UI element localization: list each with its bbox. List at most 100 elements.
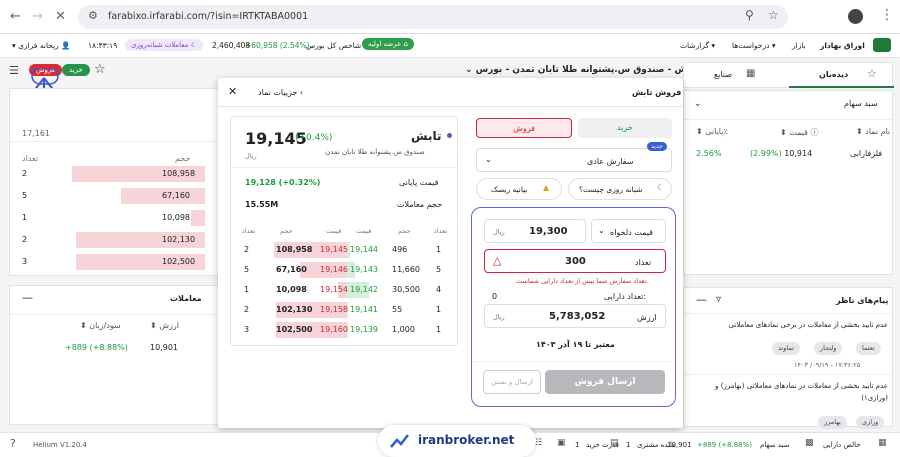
sell-tab[interactable]: فروش	[476, 118, 572, 138]
overnight-trading-badge[interactable]: معاملات شبانه‌روزی ☾	[125, 39, 203, 51]
trades-title: معاملات	[170, 294, 202, 303]
buy-count: 5	[436, 265, 442, 274]
col-close[interactable]: ⬍ پایانی٪	[696, 127, 728, 136]
buy-volume: 55	[392, 305, 403, 314]
site-settings-icon[interactable]: ⚙	[88, 9, 98, 22]
message-tag[interactable]: ورازی	[856, 416, 885, 429]
buy-price: 19,143	[350, 265, 378, 274]
close-price-label: قیمت پایانی	[399, 178, 439, 187]
stop-icon[interactable]: ✕	[55, 9, 66, 24]
collapse-icon[interactable]: —	[696, 293, 707, 306]
sell-count: 2	[244, 305, 250, 314]
sell-price: 19,160	[320, 325, 348, 334]
details-title: جزییات نماد ‹	[258, 88, 304, 97]
portfolio-row[interactable]: فلزفارابی (2.99%) 10,914 2.56%	[684, 141, 892, 163]
message-tag[interactable]: بهامرز	[818, 416, 847, 429]
submit-and-close-button[interactable]: ارسال و بستن	[483, 370, 541, 394]
volume-header: حجم	[175, 154, 191, 163]
message-tag[interactable]: تعتما	[856, 342, 881, 355]
sell-price: 19,158	[320, 305, 348, 314]
buy-price: 19,144	[350, 245, 378, 254]
warning-icon: ▲	[543, 183, 550, 192]
forward-icon[interactable]: →	[32, 9, 43, 24]
filter-icon[interactable]: ▿	[716, 294, 721, 305]
price-input[interactable]: ریال 19,300	[484, 219, 586, 243]
status-value: 10,901	[667, 441, 692, 449]
index-value: 2,460,408	[212, 41, 251, 50]
menu-requests[interactable]: درخواست‌ها ▾	[732, 41, 776, 50]
star-icon: ☆	[867, 67, 877, 80]
col-price[interactable]: ⬍ قیمت ⓘ	[780, 127, 819, 138]
close-icon[interactable]: ✕	[228, 85, 237, 98]
tab-watchlist[interactable]: دیده‌بان ☆	[789, 63, 894, 88]
zoom-icon[interactable]: ⚲	[745, 8, 754, 22]
asset-value: 0	[492, 292, 498, 301]
book-row[interactable]: 5 67,160 19,146 19,143 11,660 5	[238, 259, 450, 279]
buy-count: 1	[436, 245, 442, 254]
submit-sell-button[interactable]: ارسال فروش	[545, 370, 665, 394]
menu-market[interactable]: بازار	[792, 41, 806, 50]
modal-orderbook: تعداد حجم قیمت قیمت حجم تعداد 2 108,958 19,145 1…	[238, 225, 450, 343]
message-tag[interactable]: ولتجار	[814, 342, 843, 355]
moon-icon: ☾	[657, 183, 665, 192]
messages-panel: — ▿ پیام‌های ناظر عدم تایید بخشی از معام…	[683, 287, 893, 429]
app-name[interactable]: اوراق بهادار	[820, 41, 865, 50]
buy-price: 19,141	[350, 305, 378, 314]
quantity-input[interactable]: △ 300 تعداد	[484, 249, 666, 273]
sell-price: 19,154	[320, 285, 348, 294]
buy-tab[interactable]: خرید	[578, 118, 672, 138]
user-menu[interactable]: ▾ ریحانه فرازی 👤	[12, 41, 71, 50]
risk-statement-button[interactable]: بیانیه ریسک ▲	[476, 178, 562, 200]
profile-avatar-icon[interactable]	[848, 9, 863, 24]
browser-menu-icon[interactable]: ⋮	[880, 7, 894, 23]
app-version: Helium V1.20.4	[33, 441, 87, 449]
message-item[interactable]: عدم تایید بخشی از معاملات در برخی نمادها…	[690, 321, 888, 329]
favorite-star-icon[interactable]: ☆	[94, 62, 106, 77]
portfolio-select[interactable]: سبد سهام	[844, 99, 878, 108]
book-header: قیمت	[326, 227, 342, 235]
buy-volume: 1,000	[392, 325, 415, 334]
overnight-dot-icon	[447, 133, 452, 138]
overnight-info-button[interactable]: شبانه روزی چیست؟ ☾	[568, 178, 672, 200]
messages-title: پیام‌های ناظر	[836, 296, 889, 305]
message-tag[interactable]: تماوند	[772, 342, 800, 355]
order-list-icon[interactable]: ☰	[9, 64, 19, 77]
collapse-icon[interactable]: —	[22, 291, 33, 304]
menu-reports[interactable]: گزارشات ▾	[680, 41, 715, 50]
chart-icon: ▩	[805, 438, 814, 448]
book-row[interactable]: 2 102,130 19,158 19,141 55 1	[238, 299, 450, 319]
col-value[interactable]: ⬍ ارزش	[150, 321, 179, 330]
buy-count: 4	[436, 285, 442, 294]
buy-button[interactable]: خرید	[62, 64, 90, 76]
row-volume: 10,098	[162, 213, 190, 222]
order-modal: ✕ جزییات نماد ‹ فروش تابش 19,145 (+0.4%)…	[218, 78, 683, 428]
buy-count: 1	[436, 305, 442, 314]
briefcase-icon: ▣	[557, 438, 566, 448]
ipo-button[interactable]: عرضه اولیه ⌂	[362, 38, 414, 50]
book-row[interactable]: 1 10,098 19,154 19,142 30,500 4	[238, 279, 450, 299]
index-change: +60,958 (2.54%)	[245, 41, 310, 50]
order-type-select[interactable]: ⌄ سفارش عادی جدید	[476, 142, 672, 172]
volume-label: حجم معاملات	[397, 200, 443, 209]
back-icon[interactable]: ←	[10, 9, 21, 24]
count-header: تعداد	[22, 154, 39, 163]
book-row[interactable]: 2 108,958 19,145 19,144 496 1	[238, 239, 450, 259]
url-bar[interactable]: ⚙ farabixo.irfarabi.com/?isin=IRTKTABA00…	[78, 5, 788, 29]
tab-industries[interactable]: صنایع ▦	[684, 63, 789, 88]
col-symbol[interactable]: ⬍ نام نماد	[856, 127, 890, 136]
book-row[interactable]: 3 102,500 19,160 19,139 1,000 1	[238, 319, 450, 339]
message-item[interactable]: عدم تایید بخشی از معاملات در نمادهای معا…	[690, 380, 888, 404]
portfolio-dropdown-icon[interactable]: ⌄	[694, 99, 702, 109]
sell-volume: 67,160	[276, 265, 307, 274]
symbol-change: (+0.4%)	[295, 133, 333, 143]
chevron-down-icon: ⌄	[485, 155, 492, 164]
wallet-icon: ▤	[610, 438, 619, 448]
help-icon[interactable]: ?	[10, 437, 16, 450]
sell-volume: 10,098	[276, 285, 307, 294]
price-mode-select[interactable]: ⌄ قیمت دلخواه	[591, 219, 666, 243]
currency-label: ریال	[245, 152, 257, 160]
bookmark-star-icon[interactable]: ☆	[768, 8, 779, 22]
grid-icon[interactable]: ▦	[878, 438, 887, 448]
volume-bar	[191, 210, 205, 226]
col-profit-loss[interactable]: ⬍ سود/زیان	[80, 321, 121, 330]
